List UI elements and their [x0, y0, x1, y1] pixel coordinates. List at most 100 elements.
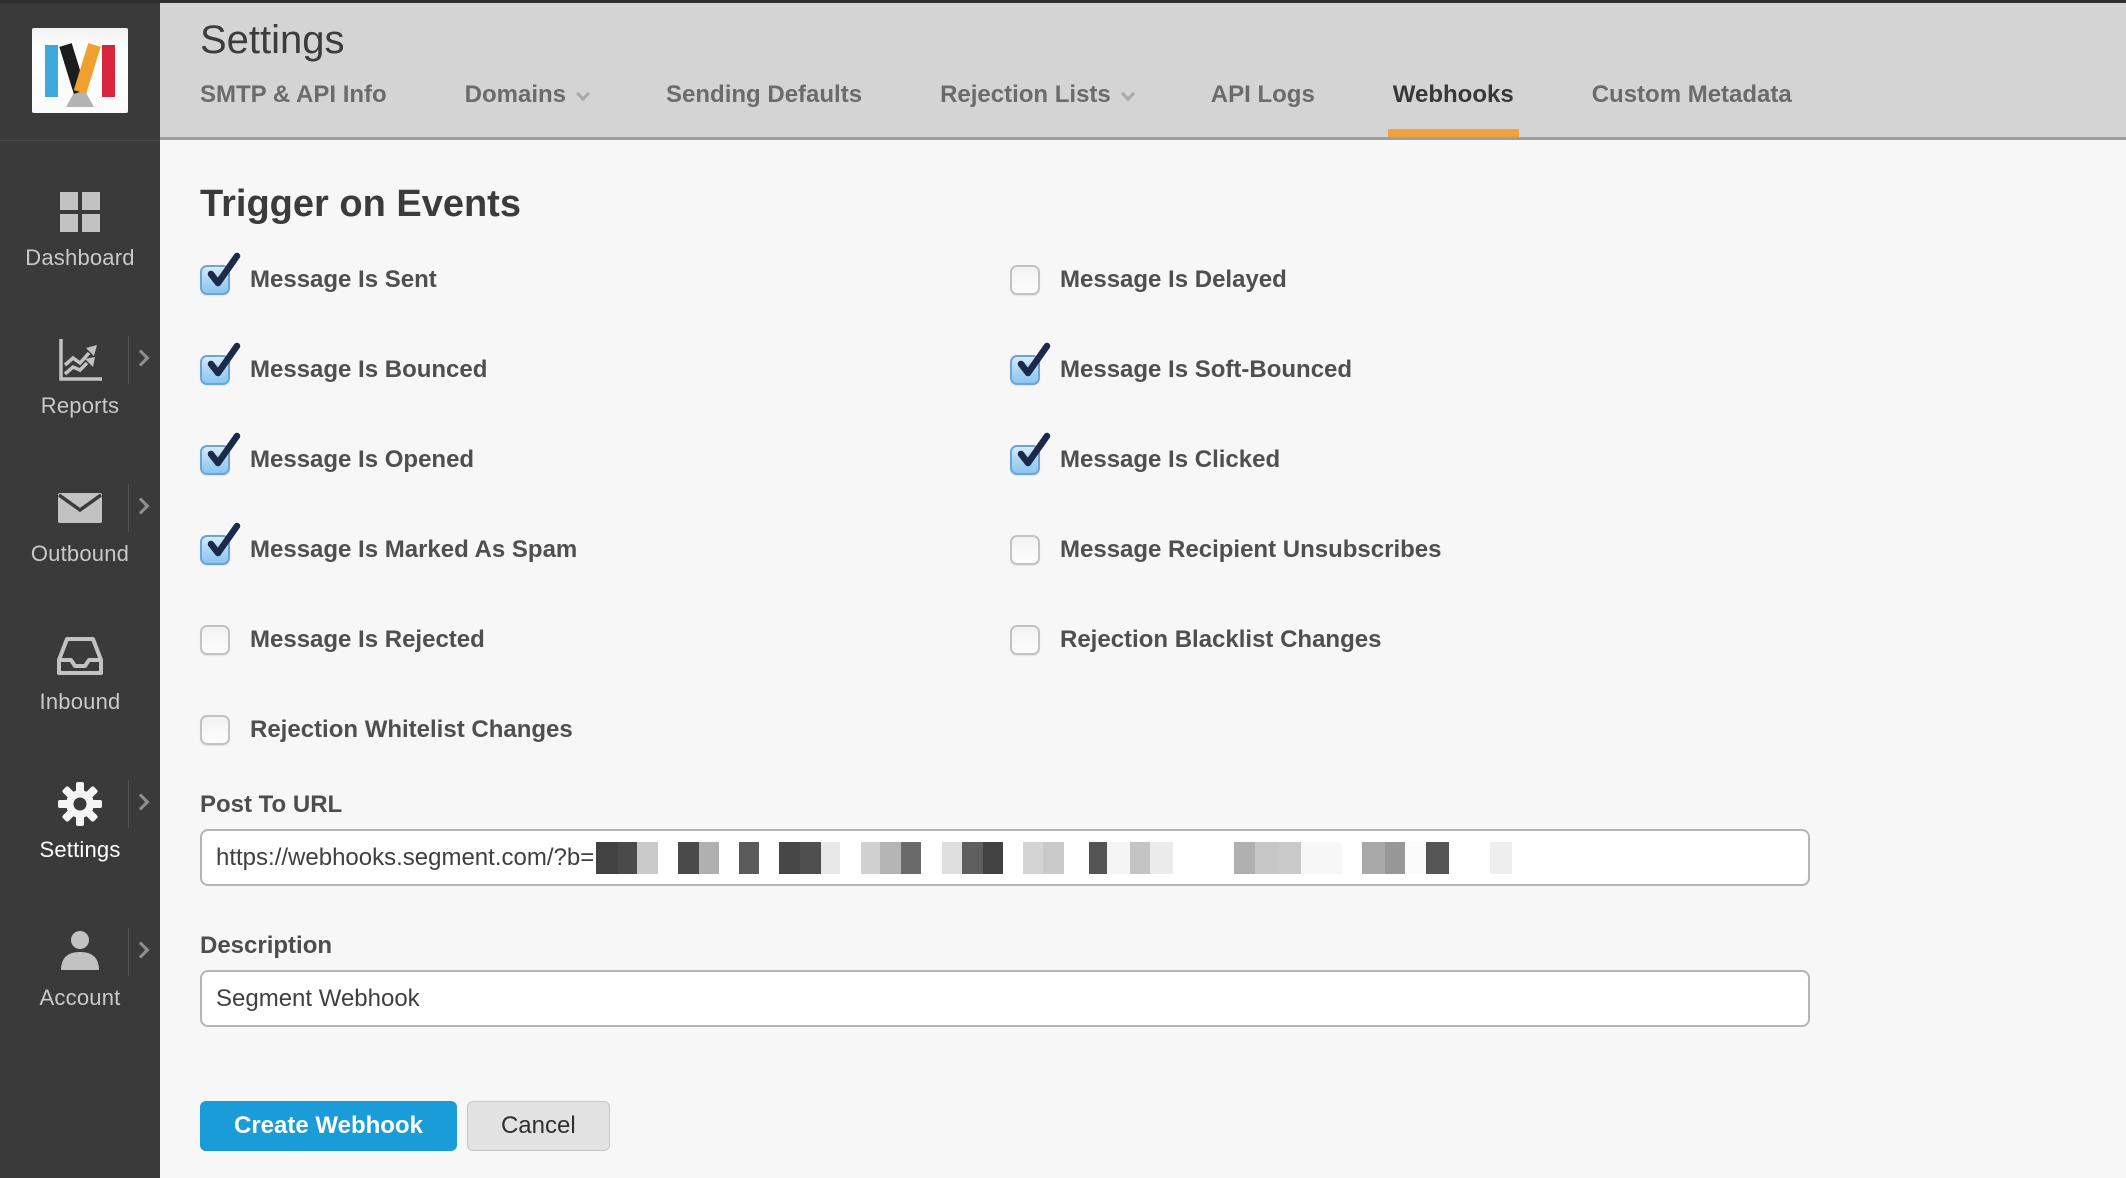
- event-label: Rejection Blacklist Changes: [1060, 626, 1381, 654]
- event-message-recipient-unsubscribes[interactable]: Message Recipient Unsubscribes: [1010, 505, 2126, 595]
- redaction-block: [1107, 842, 1130, 874]
- sidebar-item-divider: [128, 780, 129, 828]
- events-column-2: Message Is Delayed Message Is Soft-Bounc…: [1010, 235, 2126, 775]
- tab-label: API Logs: [1211, 81, 1315, 108]
- chevron-right-icon: [133, 942, 150, 959]
- checkbox-unchecked[interactable]: [1010, 265, 1040, 295]
- event-rejection-whitelist-changes[interactable]: Rejection Whitelist Changes: [200, 685, 1010, 775]
- checkbox-checked[interactable]: [200, 265, 230, 295]
- sidebar-item-dashboard[interactable]: Dashboard: [0, 175, 160, 323]
- events-column-1: Message Is Sent Message Is Bounced Messa…: [200, 235, 1010, 775]
- event-label: Message Is Sent: [250, 266, 437, 294]
- event-message-is-delayed[interactable]: Message Is Delayed: [1010, 235, 2126, 325]
- tab-label: Webhooks: [1393, 81, 1514, 108]
- tab-rejection-lists[interactable]: Rejection Lists: [940, 81, 1133, 137]
- post-to-url-input[interactable]: https://webhooks.segment.com/?b=: [200, 829, 1810, 886]
- event-label: Message Is Marked As Spam: [250, 536, 577, 564]
- tab-sending-defaults[interactable]: Sending Defaults: [666, 81, 862, 137]
- redaction-block: [983, 842, 1003, 874]
- event-message-is-clicked[interactable]: Message Is Clicked: [1010, 415, 2126, 505]
- chevron-down-icon: [1121, 87, 1135, 101]
- description-input[interactable]: Segment Webhook: [200, 970, 1810, 1027]
- event-message-is-rejected[interactable]: Message Is Rejected: [200, 595, 1010, 685]
- redaction-block: [821, 842, 840, 874]
- redaction-block: [618, 842, 637, 874]
- section-heading: Trigger on Events: [200, 183, 2126, 225]
- tab-webhooks[interactable]: Webhooks: [1393, 81, 1514, 137]
- checkbox-checked[interactable]: [200, 355, 230, 385]
- redaction-block: [1089, 842, 1107, 874]
- checkbox-checked[interactable]: [1010, 355, 1040, 385]
- tab-label: Rejection Lists: [940, 81, 1111, 108]
- main-content: Trigger on Events Message Is Sent Messag…: [160, 143, 2126, 1178]
- cancel-button[interactable]: Cancel: [467, 1101, 610, 1151]
- sidebar-item-outbound[interactable]: Outbound: [0, 471, 160, 619]
- sidebar-item-label: Account: [40, 985, 121, 1011]
- sidebar-item-inbound[interactable]: Inbound: [0, 619, 160, 767]
- description-label: Description: [200, 932, 2126, 960]
- sidebar-item-divider: [128, 336, 129, 384]
- redaction-block: [1405, 842, 1426, 874]
- event-rejection-blacklist-changes[interactable]: Rejection Blacklist Changes: [1010, 595, 2126, 685]
- checkbox-checked[interactable]: [200, 445, 230, 475]
- mandrill-logo[interactable]: [0, 0, 160, 141]
- mandrill-m-logo-icon: [32, 28, 128, 113]
- redaction-block: [1023, 842, 1043, 874]
- sidebar-item-label: Reports: [41, 393, 119, 419]
- event-message-is-marked-as-spam[interactable]: Message Is Marked As Spam: [200, 505, 1010, 595]
- event-label: Message Is Opened: [250, 446, 474, 474]
- redaction-block: [1043, 842, 1064, 874]
- redaction-block: [1301, 842, 1342, 874]
- checkbox-checked[interactable]: [1010, 445, 1040, 475]
- tab-label: SMTP & API Info: [200, 81, 387, 108]
- redaction-block: [637, 842, 658, 874]
- redaction-block: [901, 842, 921, 874]
- event-message-is-sent[interactable]: Message Is Sent: [200, 235, 1010, 325]
- redaction-block: [739, 842, 759, 874]
- chevron-down-icon: [576, 87, 590, 101]
- sidebar-item-settings[interactable]: Settings: [0, 767, 160, 915]
- event-label: Message Is Soft-Bounced: [1060, 356, 1352, 384]
- event-label: Message Is Delayed: [1060, 266, 1287, 294]
- event-message-is-opened[interactable]: Message Is Opened: [200, 415, 1010, 505]
- checkbox-unchecked[interactable]: [200, 625, 230, 655]
- redaction-block: [1234, 842, 1255, 874]
- redaction-block: [779, 842, 800, 874]
- tab-custom-metadata[interactable]: Custom Metadata: [1592, 81, 1792, 137]
- create-webhook-button[interactable]: Create Webhook: [200, 1101, 457, 1151]
- redaction-block: [840, 842, 861, 874]
- description-value: Segment Webhook: [216, 985, 420, 1013]
- tab-domains[interactable]: Domains: [465, 81, 588, 137]
- event-label: Message Recipient Unsubscribes: [1060, 536, 1441, 564]
- redaction-block: [1278, 842, 1301, 874]
- checkbox-checked[interactable]: [200, 535, 230, 565]
- post-to-url-label: Post To URL: [200, 791, 2126, 819]
- redaction-block: [1490, 842, 1512, 874]
- redaction-block: [1150, 842, 1173, 874]
- sidebar-item-account[interactable]: Account: [0, 915, 160, 1063]
- redaction-block: [759, 842, 779, 874]
- sidebar-item-reports[interactable]: Reports: [0, 323, 160, 471]
- tab-smtp-api-info[interactable]: SMTP & API Info: [200, 81, 387, 137]
- tab-label: Custom Metadata: [1592, 81, 1792, 108]
- checkbox-unchecked[interactable]: [1010, 535, 1040, 565]
- redaction-block: [1255, 842, 1278, 874]
- sidebar-item-label: Inbound: [40, 689, 121, 715]
- event-message-is-soft-bounced[interactable]: Message Is Soft-Bounced: [1010, 325, 2126, 415]
- checkbox-unchecked[interactable]: [200, 715, 230, 745]
- redaction-block: [921, 842, 942, 874]
- redaction-block: [658, 842, 678, 874]
- event-label: Message Is Rejected: [250, 626, 485, 654]
- event-label: Message Is Clicked: [1060, 446, 1280, 474]
- event-message-is-bounced[interactable]: Message Is Bounced: [200, 325, 1010, 415]
- redaction-block: [1342, 842, 1362, 874]
- chevron-right-icon: [133, 350, 150, 367]
- redaction-block: [719, 842, 739, 874]
- redaction-block: [1173, 842, 1234, 874]
- settings-icon: [57, 781, 103, 827]
- app-window: Dashboard Reports Outbound Inbound: [0, 0, 2126, 1178]
- checkbox-unchecked[interactable]: [1010, 625, 1040, 655]
- tab-api-logs[interactable]: API Logs: [1211, 81, 1315, 137]
- redaction-block: [880, 842, 901, 874]
- sidebar-item-divider: [128, 928, 129, 976]
